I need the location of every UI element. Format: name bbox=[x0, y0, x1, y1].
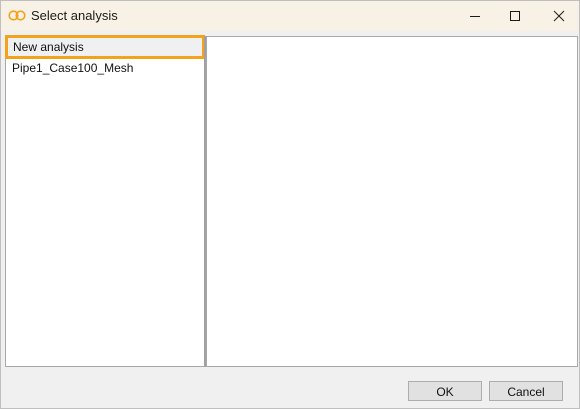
close-button[interactable] bbox=[539, 1, 579, 31]
app-logo-icon bbox=[8, 9, 26, 22]
ok-button[interactable]: OK bbox=[408, 381, 482, 401]
list-item-new-analysis[interactable]: New analysis bbox=[5, 35, 205, 59]
maximize-button[interactable] bbox=[495, 1, 535, 31]
window-title: Select analysis bbox=[31, 8, 118, 23]
minimize-icon bbox=[470, 16, 480, 17]
analysis-list[interactable]: New analysis Pipe1_Case100_Mesh bbox=[5, 35, 205, 367]
close-icon bbox=[553, 10, 565, 22]
title-bar[interactable]: Select analysis bbox=[1, 1, 579, 31]
list-item-label: New analysis bbox=[13, 40, 84, 54]
dialog-body: New analysis Pipe1_Case100_Mesh OK Cance… bbox=[1, 31, 579, 408]
analysis-details-panel bbox=[206, 36, 578, 367]
list-item-pipe1-case100-mesh[interactable]: Pipe1_Case100_Mesh bbox=[6, 58, 204, 78]
select-analysis-dialog: Select analysis New analysis Pipe1_Case1… bbox=[0, 0, 580, 409]
list-item-label: Pipe1_Case100_Mesh bbox=[12, 61, 134, 75]
minimize-button[interactable] bbox=[455, 1, 495, 31]
cancel-button[interactable]: Cancel bbox=[489, 381, 563, 401]
maximize-icon bbox=[510, 11, 520, 21]
